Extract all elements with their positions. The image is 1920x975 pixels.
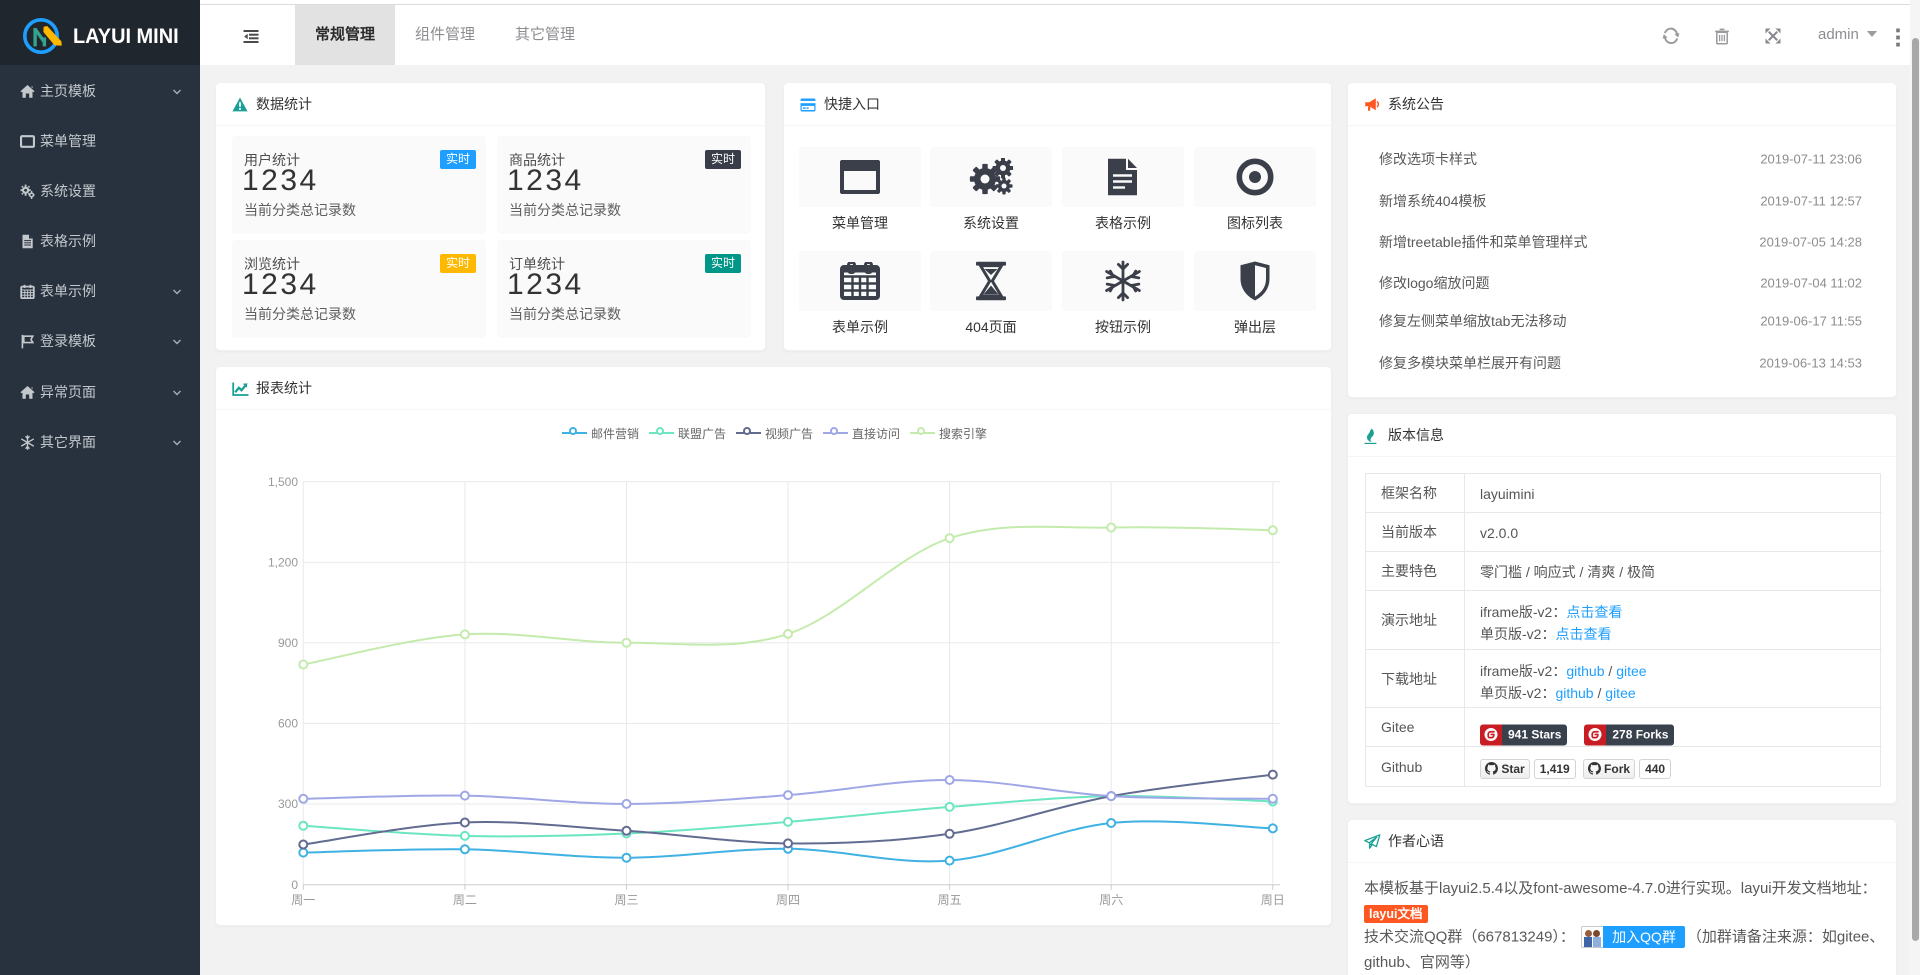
svg-text:周四: 周四	[776, 893, 800, 907]
svg-text:300: 300	[278, 797, 298, 811]
svg-text:1,500: 1,500	[268, 475, 298, 489]
svg-text:周一: 周一	[291, 893, 315, 907]
svg-text:周二: 周二	[453, 893, 477, 907]
svg-text:周日: 周日	[1261, 893, 1285, 907]
svg-text:周六: 周六	[1099, 893, 1123, 907]
svg-text:900: 900	[278, 636, 298, 650]
svg-text:周三: 周三	[614, 893, 638, 907]
svg-text:1,200: 1,200	[268, 555, 298, 569]
svg-text:0: 0	[291, 878, 298, 892]
svg-text:600: 600	[278, 717, 298, 731]
svg-text:周五: 周五	[938, 893, 962, 907]
